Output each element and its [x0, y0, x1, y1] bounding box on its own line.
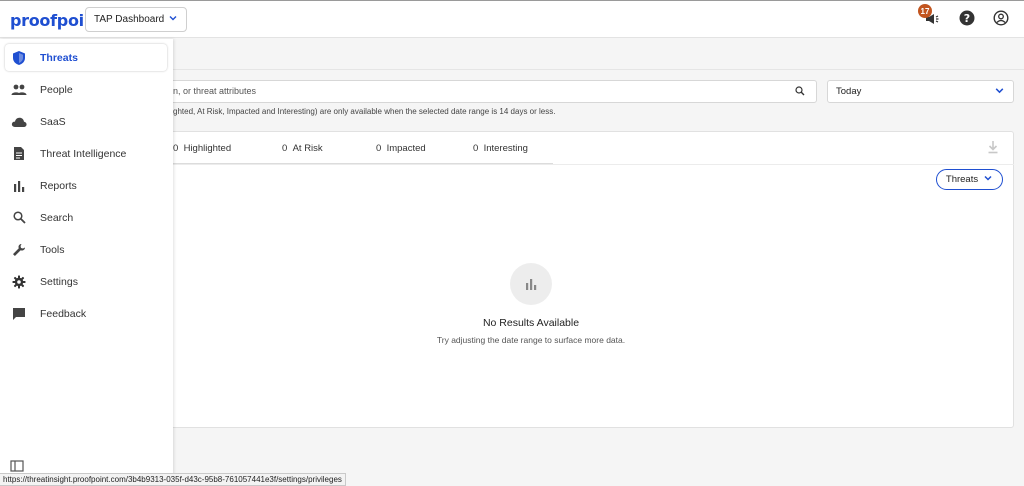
sidebar-item-tools[interactable]: Tools: [5, 236, 167, 263]
search-placeholder: n, or threat attributes: [173, 86, 257, 96]
sidebar-item-settings[interactable]: Settings: [5, 268, 167, 295]
date-range-value: Today: [836, 86, 862, 97]
sidebar: Threats People SaaS Threat Intelligence …: [0, 39, 173, 486]
empty-state-chart-icon: [510, 263, 552, 305]
tab-impacted[interactable]: 0 Impacted: [376, 143, 426, 154]
people-icon: [11, 82, 27, 98]
bar-chart-icon: [11, 178, 27, 194]
sidebar-item-label: SaaS: [40, 115, 66, 128]
top-bar: proofpoint. TAP Dashboard: [0, 0, 1024, 38]
threats-panel: [140, 131, 1014, 428]
chevron-down-icon: [994, 85, 1005, 99]
sidebar-item-label: Search: [40, 211, 74, 224]
sidebar-item-label: People: [40, 83, 73, 96]
notification-badge: 17: [918, 4, 932, 18]
sidebar-item-feedback[interactable]: Feedback: [5, 300, 167, 327]
sidebar-item-people[interactable]: People: [5, 76, 167, 103]
wrench-icon: [11, 242, 27, 258]
chevron-down-icon: [168, 13, 178, 26]
chevron-down-icon: [983, 173, 993, 186]
threats-dropdown-label: Threats: [945, 174, 979, 185]
sidebar-item-label: Threat Intelligence: [40, 147, 127, 160]
tab-label: Interesting: [483, 143, 528, 154]
sidebar-item-threats[interactable]: Threats: [5, 44, 167, 71]
tabs-underline: [173, 163, 553, 164]
date-range-select[interactable]: Today: [827, 80, 1014, 103]
tab-label: At Risk: [292, 143, 323, 154]
cloud-icon: [11, 114, 27, 130]
tab-interesting[interactable]: 0 Interesting: [473, 143, 528, 154]
tab-at-risk[interactable]: 0 At Risk: [282, 143, 323, 154]
sidebar-item-label: Threats: [40, 51, 78, 64]
sidebar-item-saas[interactable]: SaaS: [5, 108, 167, 135]
tab-count: 0: [376, 143, 382, 154]
document-icon: [11, 146, 27, 162]
date-range-notice: ghted, At Risk, Impacted and Interesting…: [173, 107, 556, 116]
tab-highlighted[interactable]: 0 Highlighted: [173, 143, 231, 154]
tabs-divider: [140, 164, 1014, 165]
sidebar-item-label: Reports: [40, 179, 77, 192]
sidebar-item-search[interactable]: Search: [5, 204, 167, 231]
threats-dropdown-button[interactable]: Threats: [936, 169, 1003, 190]
status-bar-url: https://threatinsight.proofpoint.com/3b4…: [0, 473, 346, 486]
search-icon[interactable]: [795, 86, 805, 99]
tab-label: Highlighted: [183, 143, 232, 154]
tab-label: Impacted: [386, 143, 426, 154]
account-icon[interactable]: [993, 10, 1009, 29]
sidebar-item-threat-intelligence[interactable]: Threat Intelligence: [5, 140, 167, 167]
svg-text:?: ?: [964, 12, 970, 25]
search-icon: [11, 210, 27, 226]
sidebar-item-label: Tools: [40, 243, 65, 256]
page-header: [173, 39, 1024, 70]
feedback-icon: [11, 306, 27, 322]
dashboard-select[interactable]: TAP Dashboard: [85, 7, 187, 32]
tab-count: 0: [282, 143, 288, 154]
shield-icon: [11, 50, 27, 66]
download-icon[interactable]: [987, 140, 999, 157]
tab-count: 0: [173, 143, 179, 154]
gear-icon: [11, 274, 27, 290]
tab-count: 0: [473, 143, 479, 154]
sidebar-item-label: Settings: [40, 275, 78, 288]
sidebar-item-reports[interactable]: Reports: [5, 172, 167, 199]
sidebar-item-label: Feedback: [40, 307, 87, 320]
dashboard-select-label: TAP Dashboard: [94, 14, 165, 25]
help-icon[interactable]: ?: [959, 10, 975, 29]
